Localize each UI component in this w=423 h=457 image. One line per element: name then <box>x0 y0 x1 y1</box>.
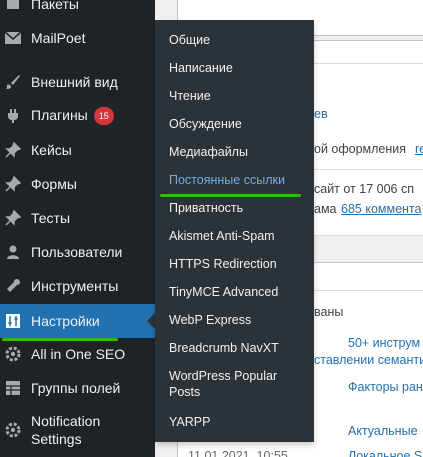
submenu-item-discussion[interactable]: Обсуждение <box>169 116 311 132</box>
sidebar-item-tools[interactable]: Инструменты <box>0 270 155 302</box>
sidebar-item-plugins[interactable]: Плагины 15 <box>0 100 155 132</box>
sidebar-item-settings[interactable]: Настройки <box>0 304 155 338</box>
sidebar-item-forms[interactable]: Формы <box>0 168 155 200</box>
submenu-item-permalinks[interactable]: Постоянные ссылки <box>169 172 311 188</box>
sidebar-item-label: Формы <box>31 176 77 192</box>
post-date: 11.01.2021, 10:55 <box>188 449 288 457</box>
sidebar-item-label: Тесты <box>31 210 71 226</box>
settings-icon <box>4 312 22 330</box>
submenu-item-https-redirection[interactable]: HTTPS Redirection <box>169 256 311 272</box>
sidebar-item-field-groups[interactable]: Группы полей <box>0 372 155 404</box>
submenu-item-privacy[interactable]: Приватность <box>169 200 311 216</box>
sidebar-item-notification-settings[interactable]: Notification Settings <box>0 410 155 450</box>
gear-icon <box>4 421 22 439</box>
sidebar-item-label: Пакеты <box>31 0 79 12</box>
user-icon <box>4 243 22 261</box>
sidebar-item-mailpoet[interactable]: MailPoet <box>0 22 155 54</box>
brush-icon <box>4 73 22 91</box>
spam-text-fragment: ама <box>314 202 337 216</box>
submenu-item-writing[interactable]: Написание <box>169 60 311 76</box>
submenu-item-yarpp[interactable]: YARPP <box>169 414 311 430</box>
wp-admin-screen: ев ой оформления re сайт от 17 006 сп ам… <box>0 0 423 457</box>
sidebar-item-label: Настройки <box>31 313 100 329</box>
pin-icon <box>4 209 22 227</box>
submenu-item-webp-express[interactable]: WebP Express <box>169 312 311 328</box>
sidebar-item-label: Внешний вид <box>31 74 118 90</box>
sidebar-item-label: All in One SEO <box>31 346 126 362</box>
admin-sidebar: Пакеты MailPoet Внешний вид Плагины 15 Ке <box>0 0 155 457</box>
submenu-item-media[interactable]: Медиафайлы <box>169 144 311 160</box>
post-link-2[interactable]: Факторы ран <box>348 380 423 394</box>
sidebar-item-all-in-one-seo[interactable]: All in One SEO <box>0 338 155 370</box>
submenu-item-breadcrumb-navxt[interactable]: Breadcrumb NavXT <box>169 340 311 356</box>
sidebar-item-label: Пользователи <box>31 244 123 260</box>
grid-icon <box>4 379 22 397</box>
sidebar-item-tests[interactable]: Тесты <box>0 202 155 234</box>
packages-icon <box>4 0 22 13</box>
settings-submenu: Общие Написание Чтение Обсуждение Медиаф… <box>155 20 314 442</box>
submenu-item-akismet[interactable]: Akismet Anti-Spam <box>169 228 311 244</box>
post-link-3[interactable]: Актуальные <box>348 424 418 438</box>
submenu-pointer <box>147 313 155 329</box>
pin-icon <box>4 175 22 193</box>
sidebar-item-label: MailPoet <box>31 30 86 46</box>
highlight-underline-settings <box>2 338 118 341</box>
wrench-icon <box>4 277 22 295</box>
update-count-badge: 15 <box>93 107 114 126</box>
sidebar-item-packages[interactable]: Пакеты <box>0 0 155 20</box>
submenu-item-tinymce[interactable]: TinyMCE Advanced <box>169 284 311 300</box>
submenu-item-reading[interactable]: Чтение <box>169 88 311 104</box>
post-link-4[interactable]: Локальное SE <box>348 449 423 457</box>
post-link-1-cont[interactable]: ставлении семанти <box>314 353 423 367</box>
plugins-icon <box>4 107 22 125</box>
comments-link-fragment[interactable]: 685 коммента <box>341 202 421 216</box>
submenu-item-general[interactable]: Общие <box>169 32 311 48</box>
content-link-fragment[interactable]: ев <box>314 107 328 121</box>
sidebar-item-label-wrap: Плагины 15 <box>31 106 114 126</box>
sidebar-item-label: Плагины <box>31 106 88 123</box>
highlight-underline-permalinks <box>160 194 301 197</box>
sidebar-item-label: Инструменты <box>31 278 119 294</box>
sidebar-item-label: Notification Settings <box>31 413 101 447</box>
site-text-fragment: сайт от 17 006 сп <box>314 182 414 196</box>
post-link-1[interactable]: 50+ инструм <box>348 336 420 350</box>
sidebar-item-appearance[interactable]: Внешний вид <box>0 66 155 98</box>
email-icon <box>4 29 22 47</box>
pin-icon <box>4 141 22 159</box>
sidebar-item-cases[interactable]: Кейсы <box>0 134 155 166</box>
theme-text-fragment: ой оформления <box>314 142 407 156</box>
submenu-item-wp-popular-posts[interactable]: WordPress Popular Posts <box>169 368 297 400</box>
gear-icon <box>4 345 22 363</box>
activity-heading-fragment: ваны <box>314 305 344 319</box>
sidebar-item-label: Группы полей <box>31 380 121 396</box>
theme-link-fragment[interactable]: re <box>415 142 423 156</box>
sidebar-item-users[interactable]: Пользователи <box>0 236 155 268</box>
sidebar-item-label: Кейсы <box>31 142 72 158</box>
